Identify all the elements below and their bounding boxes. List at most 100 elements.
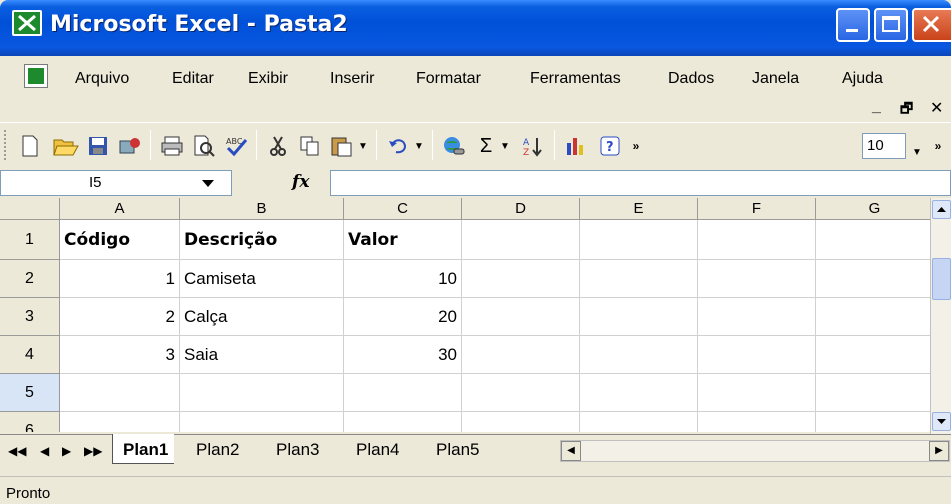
cell-g3[interactable]: [816, 298, 930, 336]
cell-e4[interactable]: [580, 336, 698, 374]
print-preview-icon[interactable]: [190, 132, 218, 160]
vertical-scrollbar[interactable]: [930, 198, 951, 434]
font-size-dropdown-arrow[interactable]: ▼: [910, 138, 924, 166]
help-icon[interactable]: ?: [596, 132, 624, 160]
minimize-button[interactable]: [836, 8, 870, 42]
menu-ajuda[interactable]: Ajuda: [842, 70, 883, 88]
spreadsheet-grid[interactable]: A B C D E F G 1 Código Descrição Valor 2…: [0, 198, 930, 432]
cell-f2[interactable]: [698, 260, 816, 298]
row-header-5[interactable]: 5: [0, 374, 60, 412]
row-header-6[interactable]: 6: [0, 412, 60, 432]
insert-function-icon[interactable]: fx: [292, 172, 309, 192]
cut-icon[interactable]: [264, 132, 292, 160]
cell-g2[interactable]: [816, 260, 930, 298]
cell-d5[interactable]: [462, 374, 580, 412]
cell-g6[interactable]: [816, 412, 930, 432]
column-header-a[interactable]: A: [60, 198, 180, 220]
cell-f3[interactable]: [698, 298, 816, 336]
row-header-4[interactable]: 4: [0, 336, 60, 374]
menu-arquivo[interactable]: Arquivo: [75, 70, 129, 88]
sort-ascending-icon[interactable]: AZ: [518, 132, 546, 160]
sheet-tab-plan5[interactable]: Plan5: [426, 434, 485, 464]
row-header-2[interactable]: 2: [0, 260, 60, 298]
scroll-right-button[interactable]: ▶: [929, 441, 949, 461]
cell-f1[interactable]: [698, 220, 816, 260]
undo-icon[interactable]: [384, 132, 412, 160]
cell-b6[interactable]: [180, 412, 344, 432]
first-sheet-icon[interactable]: ◀◀: [8, 444, 26, 458]
cell-d1[interactable]: [462, 220, 580, 260]
menu-formatar[interactable]: Formatar: [416, 70, 481, 88]
cell-a6[interactable]: [60, 412, 180, 432]
cell-c6[interactable]: [344, 412, 462, 432]
cell-f6[interactable]: [698, 412, 816, 432]
cell-e6[interactable]: [580, 412, 698, 432]
title-bar[interactable]: Microsoft Excel - Pasta2: [0, 0, 951, 56]
name-box-dropdown-icon[interactable]: [202, 180, 214, 187]
toolbar-options-icon[interactable]: »: [628, 132, 644, 160]
cell-c3[interactable]: 20: [344, 298, 462, 336]
column-header-b[interactable]: B: [180, 198, 344, 220]
sheet-tab-plan4[interactable]: Plan4: [346, 434, 405, 464]
cell-a1[interactable]: Código: [60, 220, 180, 260]
cell-e3[interactable]: [580, 298, 698, 336]
permission-icon[interactable]: [116, 132, 144, 160]
font-size-select[interactable]: 10: [862, 133, 906, 159]
cell-a2[interactable]: 1: [60, 260, 180, 298]
menu-ferramentas[interactable]: Ferramentas: [530, 70, 621, 88]
cell-g5[interactable]: [816, 374, 930, 412]
print-icon[interactable]: [158, 132, 186, 160]
maximize-button[interactable]: [874, 8, 908, 42]
doc-restore-button[interactable]: 🗗: [900, 98, 913, 122]
cell-e2[interactable]: [580, 260, 698, 298]
menu-dados[interactable]: Dados: [668, 70, 714, 88]
next-sheet-icon[interactable]: ▶: [62, 444, 71, 458]
menu-editar[interactable]: Editar: [172, 70, 214, 88]
cell-c5[interactable]: [344, 374, 462, 412]
cell-c4[interactable]: 30: [344, 336, 462, 374]
cell-g4[interactable]: [816, 336, 930, 374]
open-icon[interactable]: [52, 132, 80, 160]
horizontal-scrollbar[interactable]: ◀ ▶: [560, 440, 950, 462]
cell-d6[interactable]: [462, 412, 580, 432]
toolbar-grip[interactable]: [4, 130, 8, 160]
undo-dropdown-arrow[interactable]: ▼: [412, 132, 426, 160]
cell-c2[interactable]: 10: [344, 260, 462, 298]
prev-sheet-icon[interactable]: ◀: [40, 444, 49, 458]
cell-f4[interactable]: [698, 336, 816, 374]
cell-e1[interactable]: [580, 220, 698, 260]
cell-b4[interactable]: Saia: [180, 336, 344, 374]
paste-dropdown-arrow[interactable]: ▼: [356, 132, 370, 160]
cell-d2[interactable]: [462, 260, 580, 298]
toolbar-overflow-icon[interactable]: »: [930, 132, 946, 160]
new-icon[interactable]: [16, 132, 44, 160]
column-header-c[interactable]: C: [344, 198, 462, 220]
cell-e5[interactable]: [580, 374, 698, 412]
column-header-d[interactable]: D: [462, 198, 580, 220]
cell-a3[interactable]: 2: [60, 298, 180, 336]
cell-a5[interactable]: [60, 374, 180, 412]
sheet-tab-plan1[interactable]: Plan1: [112, 434, 175, 464]
last-sheet-icon[interactable]: ▶▶: [84, 444, 102, 458]
doc-minimize-button[interactable]: _: [872, 98, 881, 116]
sheet-tab-plan2[interactable]: Plan2: [186, 434, 245, 464]
cell-g1[interactable]: [816, 220, 930, 260]
cell-b5[interactable]: [180, 374, 344, 412]
scroll-down-button[interactable]: [932, 412, 951, 431]
close-button[interactable]: [912, 8, 951, 42]
workbook-icon[interactable]: [24, 64, 48, 88]
save-icon[interactable]: [84, 132, 112, 160]
autosum-dropdown-arrow[interactable]: ▼: [498, 132, 512, 160]
cell-b2[interactable]: Camiseta: [180, 260, 344, 298]
name-box[interactable]: I5: [0, 170, 232, 196]
cell-b1[interactable]: Descrição: [180, 220, 344, 260]
cell-c1[interactable]: Valor: [344, 220, 462, 260]
cell-d4[interactable]: [462, 336, 580, 374]
select-all-corner[interactable]: [0, 198, 60, 220]
doc-close-button[interactable]: ✕: [930, 98, 943, 118]
cell-a4[interactable]: 3: [60, 336, 180, 374]
menu-janela[interactable]: Janela: [752, 70, 799, 88]
spelling-icon[interactable]: ABC: [222, 132, 250, 160]
scroll-left-button[interactable]: ◀: [561, 441, 581, 461]
paste-icon[interactable]: [328, 132, 356, 160]
